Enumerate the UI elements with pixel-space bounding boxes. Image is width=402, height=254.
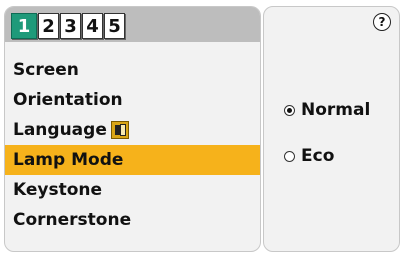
projector-menu: 1 2 3 4 5 Screen Orientation Language La… bbox=[0, 0, 402, 254]
menu-item-label: Cornerstone bbox=[13, 210, 132, 230]
radio-icon bbox=[284, 150, 295, 162]
radio-option-eco[interactable]: Eco bbox=[284, 146, 334, 166]
menu-item-label: Orientation bbox=[13, 90, 123, 110]
radio-label-normal: Normal bbox=[301, 100, 371, 120]
menu-item-language[interactable]: Language bbox=[5, 115, 260, 145]
menu-item-cornerstone[interactable]: Cornerstone bbox=[5, 205, 260, 235]
options-panel: ? Normal Eco bbox=[263, 6, 400, 252]
menu-item-keystone[interactable]: Keystone bbox=[5, 175, 260, 205]
language-icon bbox=[110, 121, 129, 139]
radio-option-normal[interactable]: Normal bbox=[284, 100, 370, 120]
tab-2[interactable]: 2 bbox=[38, 13, 59, 39]
menu-item-screen[interactable]: Screen bbox=[5, 55, 260, 85]
tab-5[interactable]: 5 bbox=[104, 13, 125, 39]
tab-strip: 1 2 3 4 5 bbox=[11, 13, 126, 39]
menu-item-lamp-mode[interactable]: Lamp Mode bbox=[5, 145, 260, 175]
menu-item-orientation[interactable]: Orientation bbox=[5, 85, 260, 115]
tab-4[interactable]: 4 bbox=[82, 13, 103, 39]
menu-item-label: Keystone bbox=[13, 180, 103, 200]
menu-list: Screen Orientation Language Lamp Mode Ke… bbox=[5, 55, 260, 235]
help-icon[interactable]: ? bbox=[373, 13, 391, 31]
menu-item-label: Lamp Mode bbox=[13, 150, 124, 170]
radio-icon bbox=[284, 104, 295, 116]
menu-item-label: Screen bbox=[13, 60, 79, 80]
menu-item-label: Language bbox=[13, 120, 107, 140]
tab-bar: 1 2 3 4 5 bbox=[5, 7, 260, 42]
tab-3[interactable]: 3 bbox=[60, 13, 81, 39]
radio-label-eco: Eco bbox=[301, 146, 335, 166]
settings-panel: 1 2 3 4 5 Screen Orientation Language La… bbox=[4, 6, 261, 252]
tab-1[interactable]: 1 bbox=[11, 13, 37, 39]
